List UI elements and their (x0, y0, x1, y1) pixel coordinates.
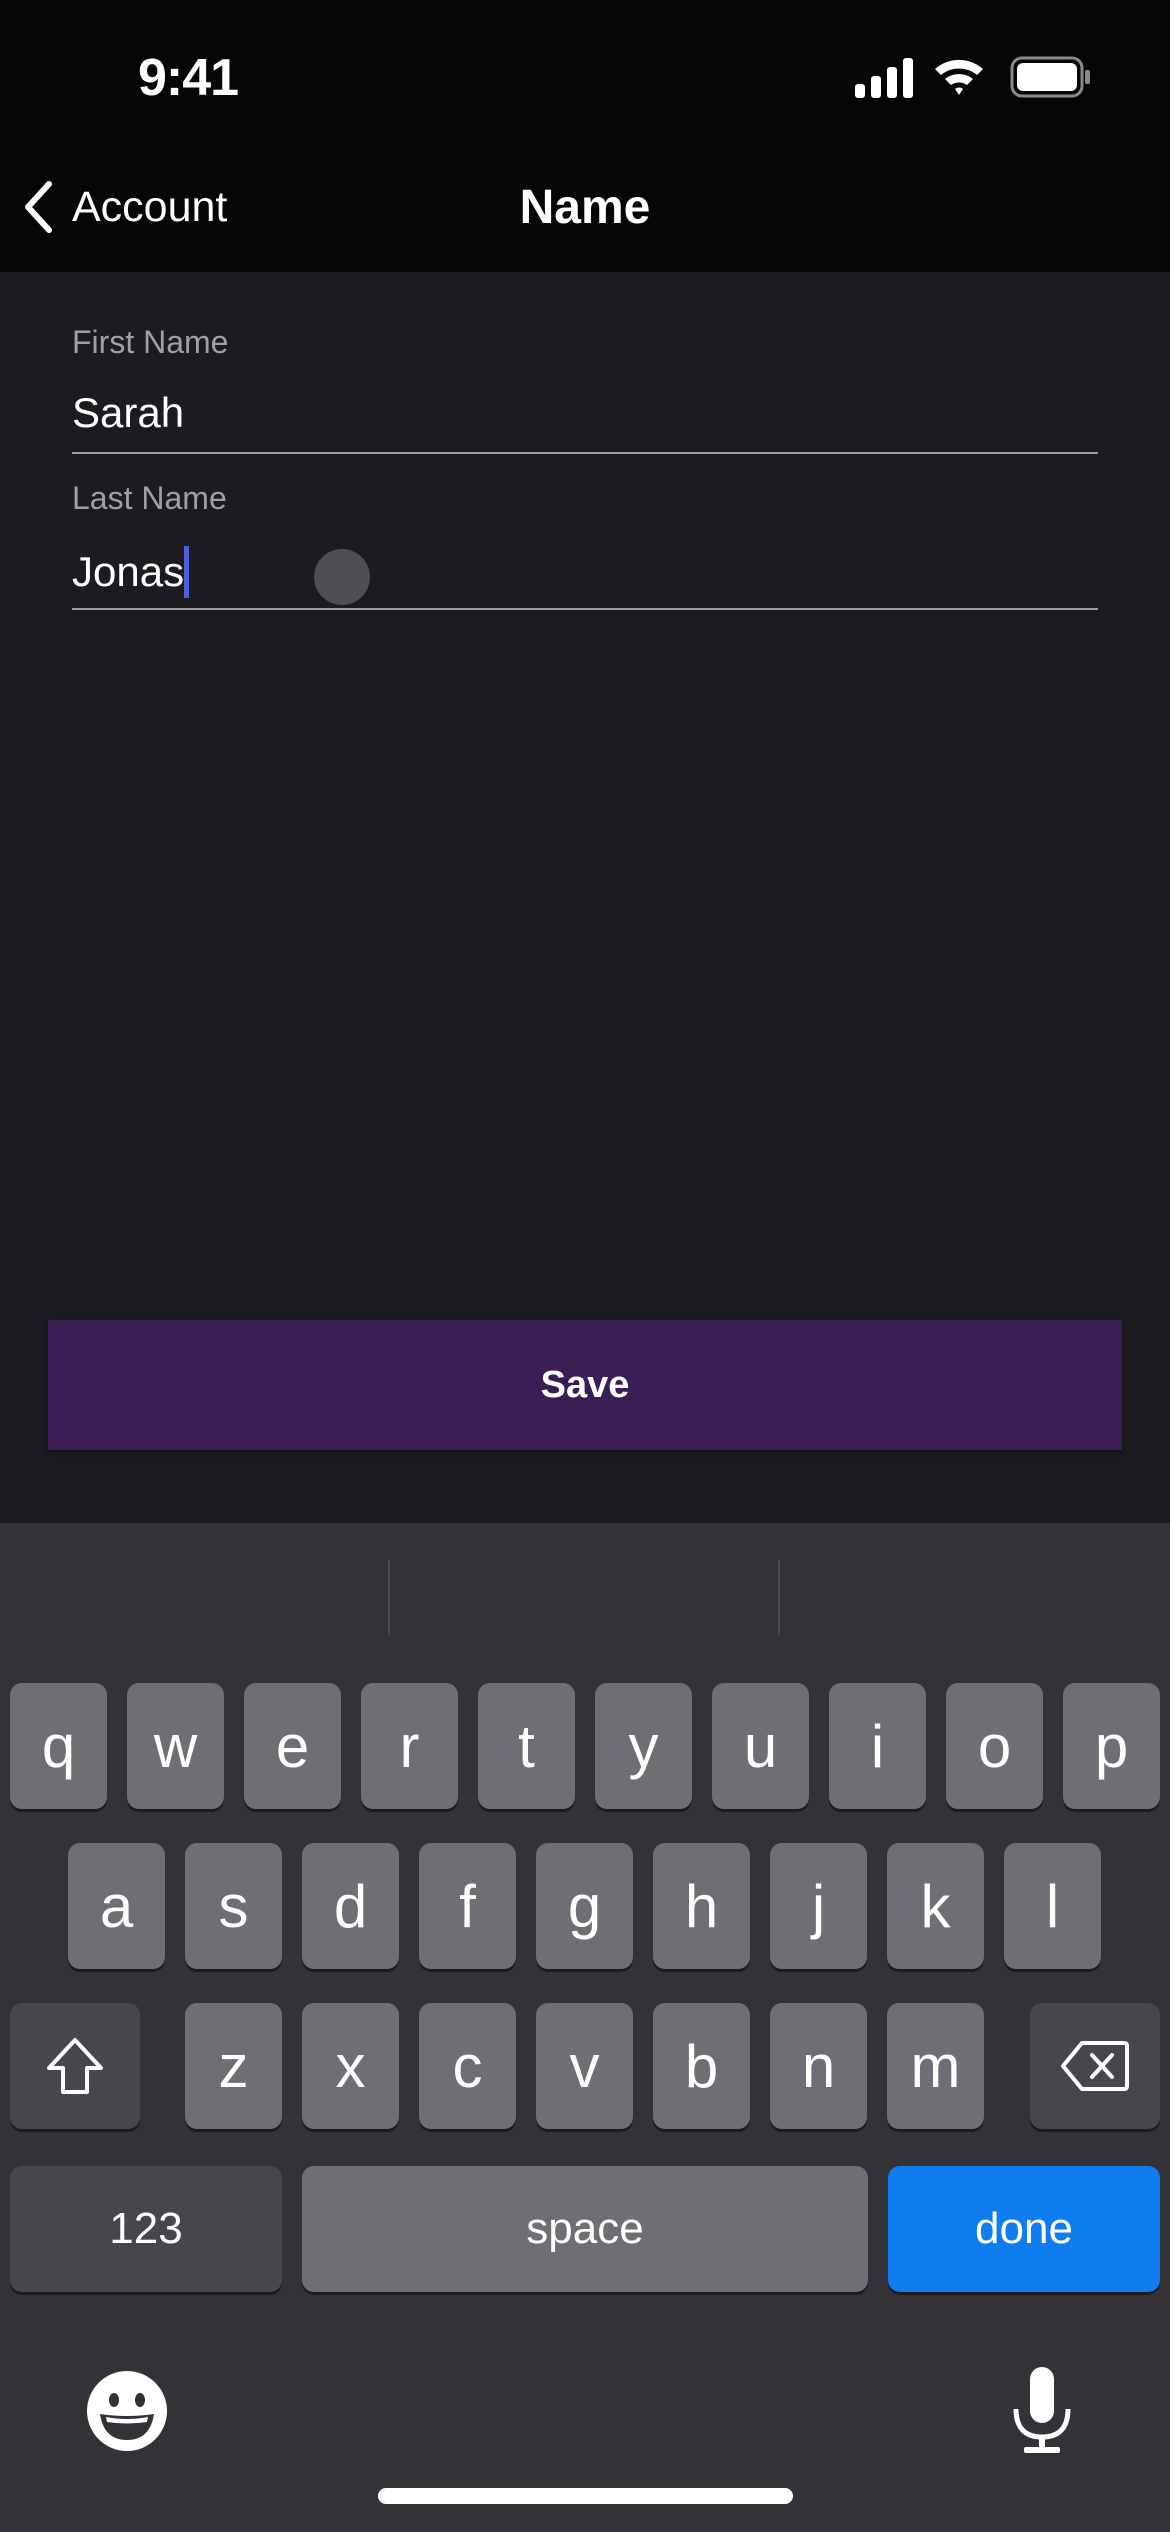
last-name-label: Last Name (72, 480, 227, 516)
key-j[interactable]: j (770, 1843, 867, 1969)
text-cursor (184, 546, 190, 598)
key-g[interactable]: g (536, 1843, 633, 1969)
key-z[interactable]: z (185, 2003, 282, 2129)
first-name-label: First Name (72, 324, 229, 360)
space-key[interactable]: space (302, 2166, 868, 2292)
microphone-button[interactable] (1010, 2365, 1074, 2462)
chevron-left-icon (25, 181, 52, 233)
key-d[interactable]: d (302, 1843, 399, 1969)
key-a[interactable]: a (68, 1843, 165, 1969)
key-y[interactable]: y (595, 1683, 692, 1809)
first-name-underline (72, 452, 1098, 454)
first-name-field[interactable]: Sarah (72, 389, 184, 437)
key-h[interactable]: h (653, 1843, 750, 1969)
save-button[interactable]: Save (48, 1320, 1122, 1450)
numbers-key[interactable]: 123 (10, 2166, 282, 2292)
key-o[interactable]: o (946, 1683, 1043, 1809)
key-v[interactable]: v (536, 2003, 633, 2129)
emoji-icon (87, 2371, 167, 2451)
key-q[interactable]: q (10, 1683, 107, 1809)
key-w[interactable]: w (127, 1683, 224, 1809)
key-s[interactable]: s (185, 1843, 282, 1969)
key-m[interactable]: m (887, 2003, 984, 2129)
delete-key[interactable] (1030, 2003, 1160, 2129)
wifi-icon (935, 59, 983, 95)
back-button[interactable]: Account (22, 180, 227, 234)
shift-key[interactable] (10, 2003, 140, 2129)
key-t[interactable]: t (478, 1683, 575, 1809)
key-k[interactable]: k (887, 1843, 984, 1969)
key-n[interactable]: n (770, 2003, 867, 2129)
key-c[interactable]: c (419, 2003, 516, 2129)
suggestion-divider (778, 1560, 780, 1635)
back-label: Account (72, 182, 228, 231)
emoji-button[interactable] (86, 2370, 168, 2457)
done-key[interactable]: done (888, 2166, 1160, 2292)
delete-backspace-icon (1061, 2041, 1129, 2091)
key-i[interactable]: i (829, 1683, 926, 1809)
battery-icon (1010, 56, 1090, 98)
suggestion-divider (388, 1560, 390, 1635)
status-bar: 9:41 (0, 0, 1170, 150)
key-p[interactable]: p (1063, 1683, 1160, 1809)
last-name-underline (72, 608, 1098, 610)
home-indicator (378, 2488, 793, 2504)
key-r[interactable]: r (361, 1683, 458, 1809)
shift-icon (47, 2038, 103, 2094)
key-b[interactable]: b (653, 2003, 750, 2129)
touch-indicator (314, 549, 370, 605)
key-u[interactable]: u (712, 1683, 809, 1809)
last-name-value: Jonas (72, 548, 185, 595)
key-l[interactable]: l (1004, 1843, 1101, 1969)
key-x[interactable]: x (302, 2003, 399, 2129)
status-time: 9:41 (138, 49, 239, 107)
microphone-icon (1013, 2367, 1071, 2453)
key-e[interactable]: e (244, 1683, 341, 1809)
last-name-field[interactable]: Jonas (72, 546, 190, 598)
key-f[interactable]: f (419, 1843, 516, 1969)
cellular-signal-icon (855, 58, 913, 98)
